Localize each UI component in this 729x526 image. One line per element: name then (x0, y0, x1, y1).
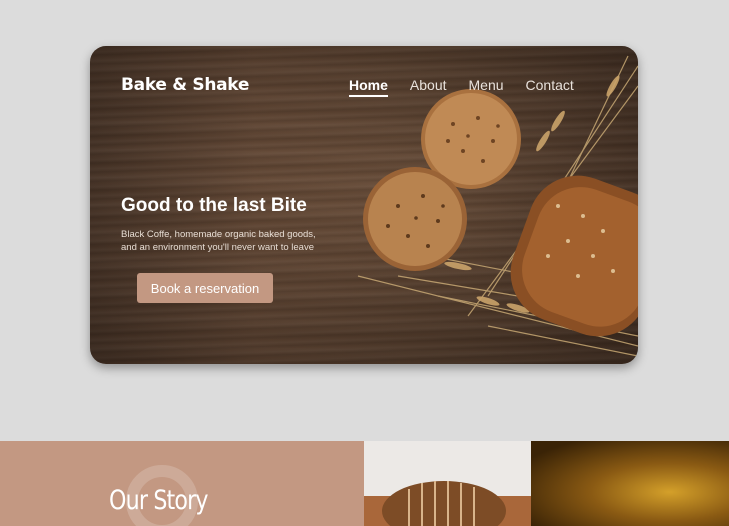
nav-contact[interactable]: Contact (526, 77, 574, 93)
book-reservation-button[interactable]: Book a reservation (137, 273, 273, 303)
our-story-section: Our Story (0, 441, 364, 526)
hero-banner: Bake & Shake Home About Menu Contact Goo… (90, 46, 638, 364)
story-title: Our Story (109, 485, 209, 516)
bread-and-wheat-image (357, 55, 638, 357)
brand-logo[interactable]: Bake & Shake (121, 75, 249, 95)
nav-menu[interactable]: Menu (469, 77, 504, 93)
golden-bakery-photo (531, 441, 729, 526)
nav-home[interactable]: Home (349, 77, 388, 97)
hero-subtext: Black Coffe, homemade organic baked good… (121, 229, 316, 253)
sliced-bread-photo (364, 441, 531, 526)
main-nav: Home About Menu Contact (349, 77, 574, 97)
nav-about[interactable]: About (410, 77, 447, 93)
hero-headline: Good to the last Bite (121, 195, 307, 216)
